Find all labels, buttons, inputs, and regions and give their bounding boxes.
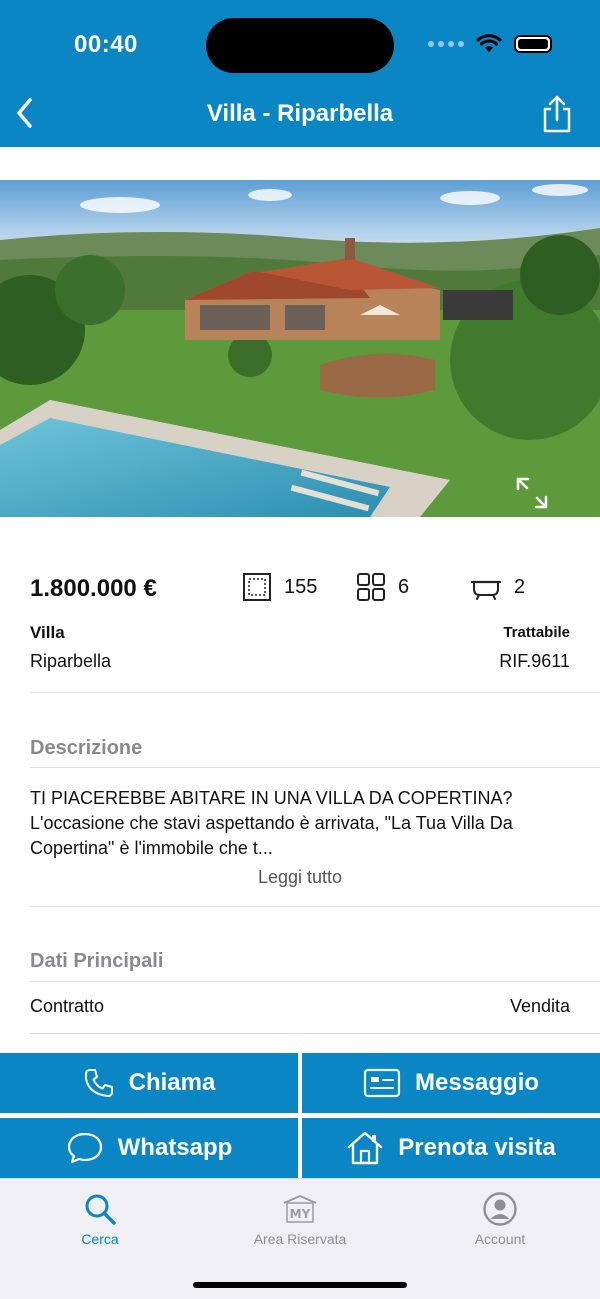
- rooms-stat: 6: [356, 572, 409, 602]
- page-title: Villa - Riparbella: [206, 100, 394, 127]
- area-value: 155: [284, 575, 318, 598]
- property-location: Riparbella: [30, 651, 112, 671]
- bathtub-icon: [470, 580, 502, 600]
- top-bar: 00:40 Villa - Riparbella: [0, 0, 600, 147]
- whatsapp-button[interactable]: Whatsapp: [0, 1118, 298, 1178]
- tab-bar: Cerca MY Area Riservata Account: [0, 1178, 600, 1299]
- cellular-signal-icon: [428, 41, 464, 47]
- divider: [30, 767, 600, 768]
- area-icon: [243, 573, 271, 601]
- account-icon: [483, 1192, 517, 1226]
- tab-area-riservata-label: Area Riservata: [253, 1231, 347, 1247]
- call-button[interactable]: Chiama: [0, 1053, 298, 1113]
- status-icons: [428, 34, 552, 54]
- house-icon: [348, 1131, 383, 1165]
- action-buttons: Chiama Messaggio Whatsapp Prenota visita: [0, 1053, 600, 1178]
- bathrooms-stat: 2: [470, 572, 525, 602]
- property-photo[interactable]: [0, 180, 600, 517]
- contract-value: Vendita: [509, 996, 570, 1016]
- battery-icon: [514, 35, 552, 53]
- message-card-icon: [363, 1068, 401, 1098]
- tab-account-label: Account: [474, 1231, 526, 1247]
- message-label: Messaggio: [414, 1069, 540, 1096]
- description-text: TI PIACEREBBE ABITARE IN UNA VILLA DA CO…: [30, 788, 513, 858]
- area-stat: 155: [242, 572, 317, 602]
- bathrooms-value: 2: [514, 575, 526, 598]
- rooms-value: 6: [398, 575, 410, 598]
- share-icon[interactable]: [540, 94, 574, 134]
- search-icon: [85, 1194, 116, 1225]
- svg-text:MY: MY: [290, 1207, 311, 1221]
- villa-photo-illustration: [0, 180, 600, 517]
- call-label: Chiama: [128, 1069, 216, 1096]
- rooms-icon: [357, 573, 385, 601]
- phone-icon: [84, 1069, 113, 1097]
- wifi-icon: [476, 34, 502, 52]
- contract-label: Contratto: [30, 996, 105, 1016]
- listing-price: 1.800.000 €: [30, 575, 157, 602]
- chat-bubble-icon: [67, 1132, 102, 1164]
- message-button[interactable]: Messaggio: [302, 1053, 600, 1113]
- status-time: 00:40: [74, 31, 138, 58]
- divider: [30, 906, 600, 907]
- tab-cerca[interactable]: Cerca: [30, 1187, 170, 1247]
- main-data-title: Dati Principali: [30, 950, 164, 972]
- tab-cerca-label: Cerca: [81, 1231, 119, 1247]
- dynamic-island: [206, 18, 394, 73]
- home-indicator: [193, 1282, 407, 1288]
- my-house-icon: MY: [283, 1195, 317, 1223]
- read-more-link[interactable]: Leggi tutto: [0, 867, 600, 888]
- whatsapp-label: Whatsapp: [117, 1134, 233, 1161]
- property-type: Villa: [30, 623, 65, 642]
- divider: [30, 981, 600, 982]
- tab-area-riservata[interactable]: MY Area Riservata: [230, 1187, 370, 1247]
- divider: [30, 692, 600, 693]
- expand-icon[interactable]: [514, 475, 550, 511]
- book-visit-label: Prenota visita: [398, 1134, 556, 1161]
- reference-code: RIF.9611: [499, 651, 570, 671]
- divider: [30, 1033, 600, 1034]
- book-visit-button[interactable]: Prenota visita: [302, 1118, 600, 1178]
- description-title: Descrizione: [30, 737, 143, 759]
- negotiable-badge: Trattabile: [503, 624, 570, 641]
- tab-account[interactable]: Account: [430, 1187, 570, 1247]
